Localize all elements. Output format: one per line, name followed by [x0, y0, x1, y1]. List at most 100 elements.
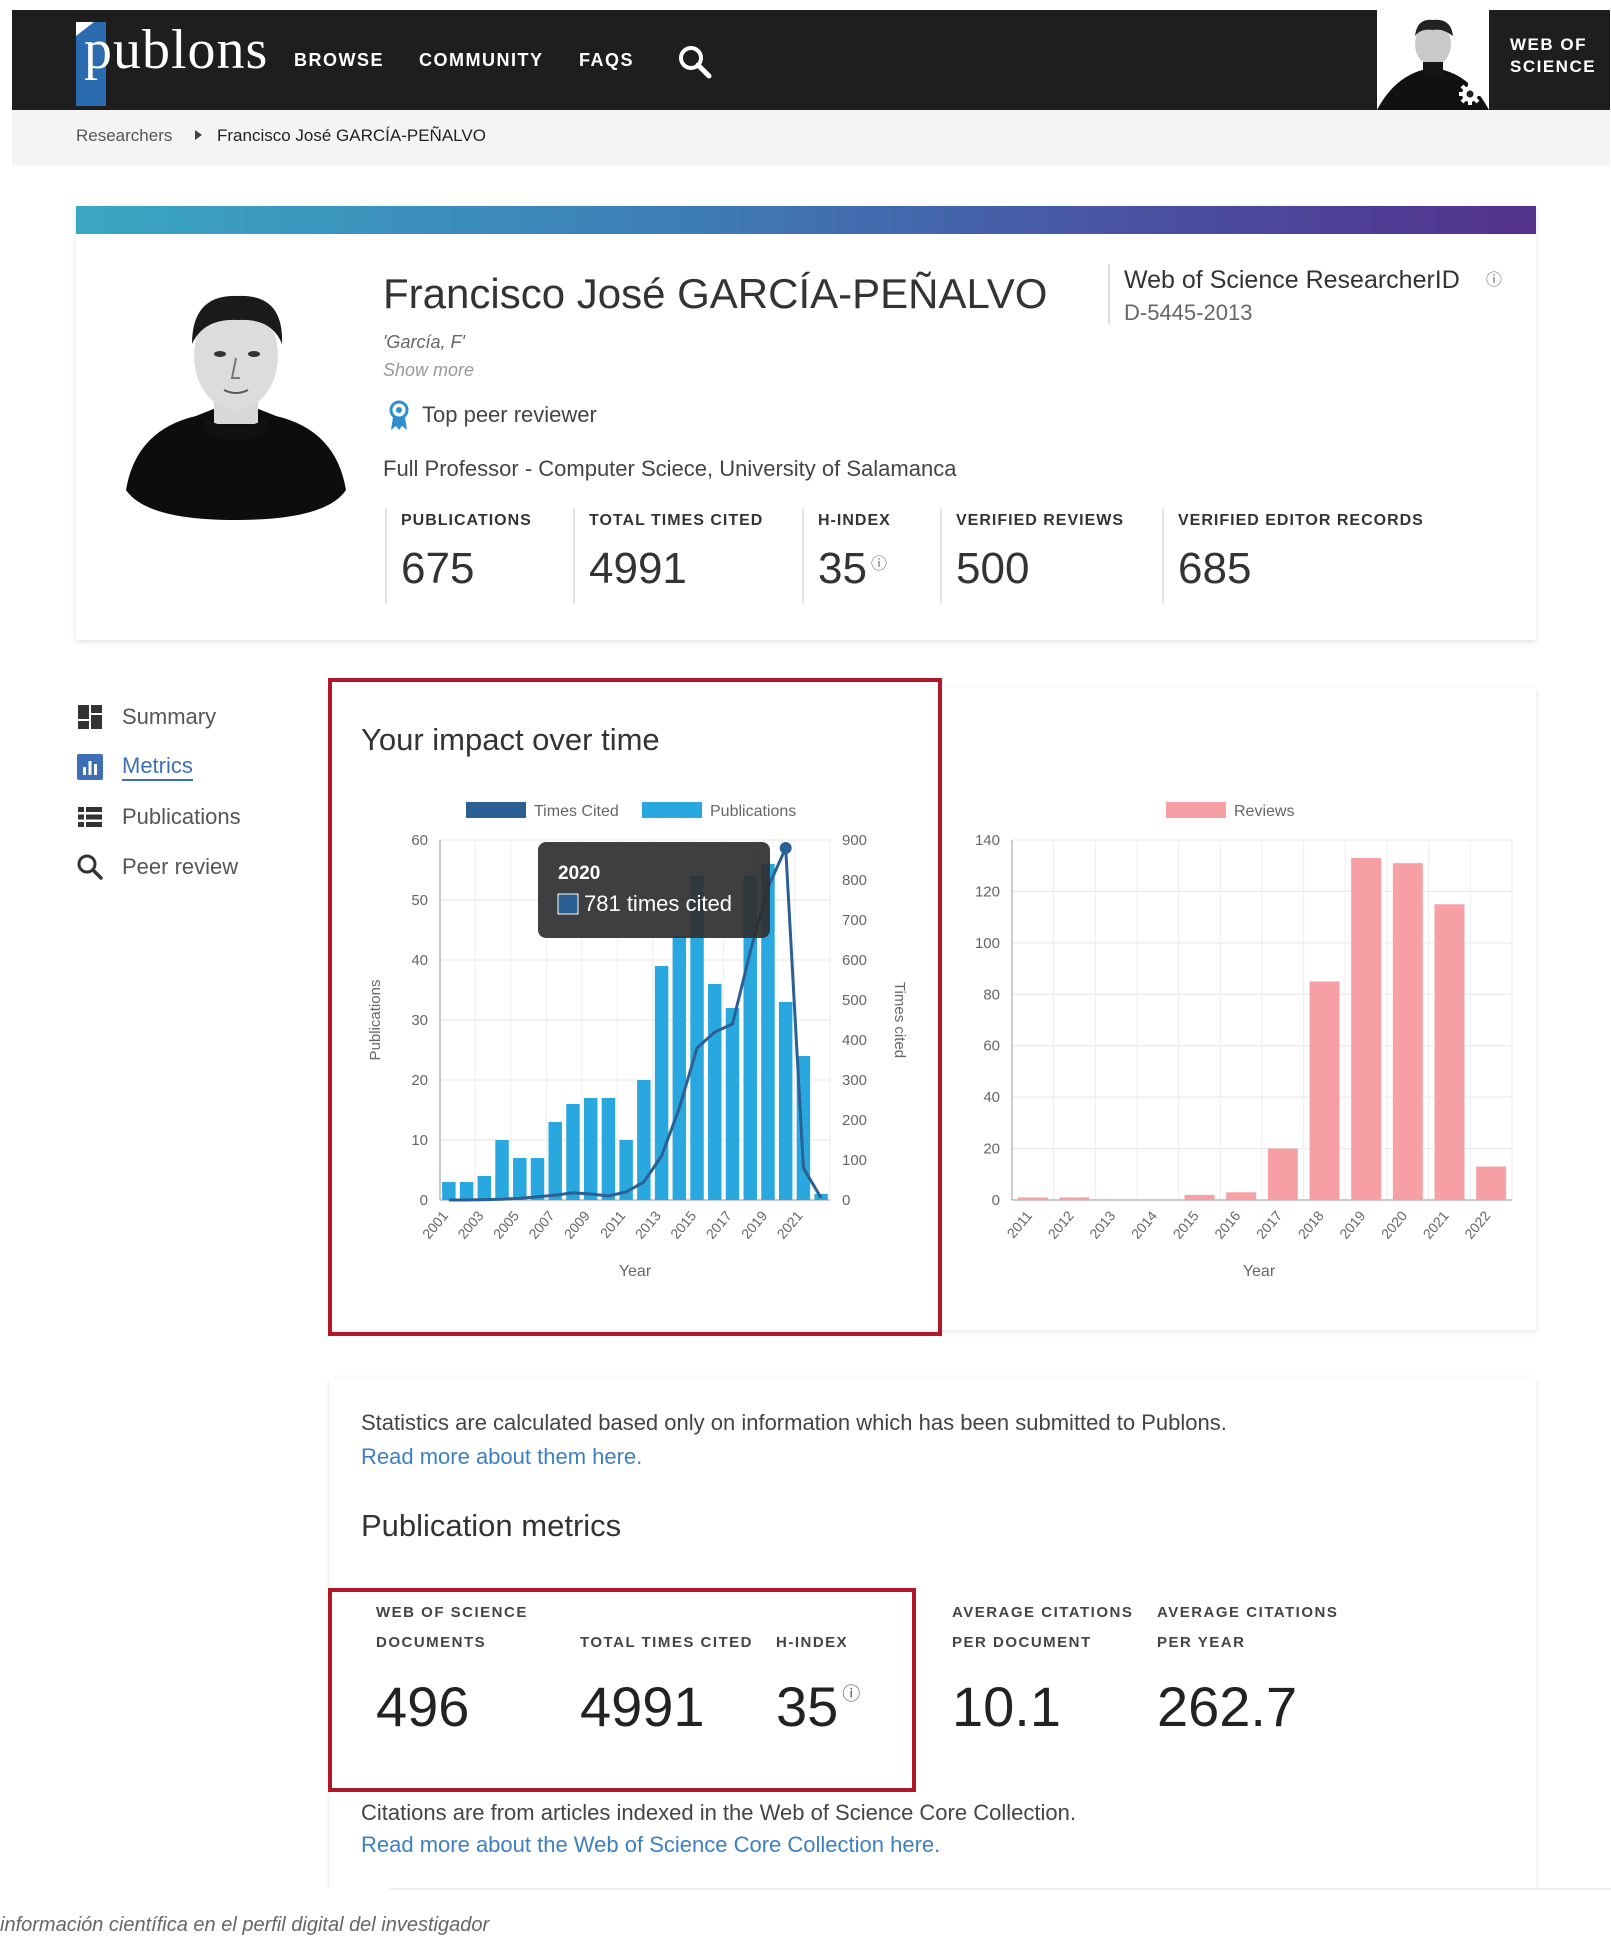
top-peer-reviewer-badge: Top peer reviewer	[422, 402, 597, 427]
bar-chart-icon	[77, 754, 103, 780]
wos-line-1: WEB OF	[1510, 35, 1587, 54]
search-icon	[77, 854, 103, 880]
researcher-id-label: Web of Science ResearcherID	[1124, 266, 1460, 294]
review-bar	[1434, 904, 1465, 1200]
metric-value: 10.1	[952, 1675, 1061, 1738]
profile-position: Full Professor - Computer Sciece, Univer…	[383, 456, 957, 481]
citations-note: Citations are from articles indexed in t…	[361, 1800, 1076, 1825]
show-more-link[interactable]: Show more	[383, 360, 474, 381]
stat-verified-reviews: VERIFIED REVIEWS 500	[940, 508, 1124, 604]
profile-header-bar	[76, 206, 1536, 234]
researcher-id-value: D-5445-2013	[1124, 300, 1253, 325]
review-bar	[1059, 1197, 1090, 1200]
wos-line-2: SCIENCE	[1510, 57, 1597, 76]
x-tick-label: 2021	[1420, 1207, 1452, 1241]
y-tick-label: 0	[992, 1192, 1000, 1209]
breadcrumb-current: Francisco José GARCÍA-PEÑALVO	[217, 126, 486, 145]
nav-browse[interactable]: BROWSE	[294, 50, 384, 71]
sidebar-item-label: Peer review	[122, 854, 239, 879]
metric-avg-citations-per-year: AVERAGE CITATIONS PER YEAR	[1157, 1598, 1338, 1658]
x-tick-label: 2017	[1253, 1207, 1285, 1241]
y-tick-label: 100	[975, 935, 1000, 952]
gear-icon[interactable]	[1458, 82, 1482, 106]
profile-name: Francisco José GARCÍA-PEÑALVO	[383, 270, 1048, 317]
y-tick-label: 120	[975, 883, 1000, 900]
review-bar	[1476, 1166, 1507, 1200]
sidebar-item-peer-review[interactable]: Peer review	[76, 852, 238, 882]
stat-label: VERIFIED REVIEWS	[956, 512, 1125, 529]
review-bar	[1309, 981, 1340, 1200]
list-icon	[78, 807, 102, 827]
metric-label: AVERAGE CITATIONS	[952, 1604, 1134, 1621]
y-tick-label: 60	[983, 1038, 1000, 1055]
x-tick-label: 2013	[1086, 1207, 1118, 1241]
sidebar-item-publications[interactable]: Publications	[76, 802, 241, 832]
stat-value: 675	[401, 544, 475, 593]
x-tick-label: 2012	[1045, 1207, 1077, 1241]
highlight-box-metrics	[328, 1588, 916, 1792]
statistics-note: Statistics are calculated based only on …	[361, 1410, 1227, 1435]
stat-label: TOTAL TIMES CITED	[589, 512, 764, 529]
x-tick-label: 2015	[1170, 1207, 1202, 1241]
x-tick-label: 2014	[1128, 1207, 1160, 1241]
metric-label: PER DOCUMENT	[952, 1634, 1092, 1651]
highlight-box-impact	[328, 678, 942, 1336]
caption-text: información científica en el perfil digi…	[0, 1914, 490, 1936]
metric-label: PER YEAR	[1157, 1634, 1246, 1651]
researcher-id-divider	[1108, 264, 1110, 324]
nav-faqs[interactable]: FAQS	[579, 50, 634, 71]
sidebar-item-label: Summary	[122, 704, 217, 729]
x-axis-title: Year	[1243, 1263, 1276, 1280]
x-tick-label: 2022	[1461, 1207, 1493, 1241]
review-bar	[1392, 863, 1423, 1200]
publication-metrics-title: Publication metrics	[361, 1508, 622, 1543]
help-icon[interactable]: ⓘ	[871, 556, 887, 573]
legend-swatch-reviews	[1166, 802, 1226, 818]
x-tick-label: 2011	[1004, 1207, 1036, 1241]
stat-value-wrap: 35 ⓘ	[818, 544, 891, 594]
nav-community[interactable]: COMMUNITY	[419, 50, 544, 71]
stat-publications: PUBLICATIONS 675	[385, 508, 532, 604]
stat-label: H-INDEX	[818, 512, 891, 529]
metric-value: 262.7	[1157, 1675, 1298, 1738]
stat-label: VERIFIED EDITOR RECORDS	[1178, 512, 1424, 529]
x-tick-label: 2018	[1295, 1207, 1327, 1241]
top-navigation-bar: publons BROWSE COMMUNITY FAQS WEB OF SCI…	[12, 10, 1610, 110]
review-bar	[1017, 1197, 1048, 1200]
stat-value: 35	[818, 544, 867, 593]
sidebar-item-summary[interactable]: Summary	[76, 702, 216, 732]
x-tick-label: 2016	[1211, 1207, 1243, 1241]
profile-alias: 'García, F'	[383, 332, 465, 352]
x-tick-label: 2020	[1378, 1207, 1410, 1241]
dashboard-icon	[78, 705, 102, 729]
review-bar	[1184, 1194, 1215, 1200]
stat-label: PUBLICATIONS	[401, 512, 532, 529]
publons-logo[interactable]: publons	[84, 18, 268, 82]
review-bar	[1226, 1192, 1257, 1200]
y-tick-label: 40	[983, 1089, 1000, 1106]
y-tick-label: 80	[983, 986, 1000, 1003]
search-icon[interactable]	[677, 44, 713, 80]
award-ribbon-icon	[389, 400, 409, 430]
stat-h-index: H-INDEX 35 ⓘ	[802, 508, 891, 604]
review-bar	[1351, 858, 1382, 1200]
review-bar	[1267, 1148, 1298, 1200]
metric-label: AVERAGE CITATIONS	[1157, 1604, 1339, 1621]
y-tick-label: 20	[983, 1141, 1000, 1158]
reviews-chart[interactable]: 0 20 40 60 80 100 120 140 2011 2012 2013 2014 2015 20…	[942, 790, 1542, 1310]
metric-avg-citations-per-document: AVERAGE CITATIONS PER DOCUMENT	[952, 1598, 1133, 1658]
stat-value: 685	[1178, 544, 1252, 593]
sidebar-item-metrics[interactable]: Metrics	[76, 752, 193, 782]
help-icon[interactable]: ⓘ	[1486, 266, 1502, 290]
stat-total-times-cited: TOTAL TIMES CITED 4991	[573, 508, 763, 604]
stat-verified-editor-records: VERIFIED EDITOR RECORDS 685	[1162, 508, 1424, 604]
breadcrumb-researchers[interactable]: Researchers	[76, 126, 172, 146]
stat-value: 500	[956, 544, 1030, 593]
y-tick-label: 140	[975, 832, 1000, 849]
read-more-core-collection-link[interactable]: Read more about the Web of Science Core …	[361, 1832, 940, 1858]
read-more-link[interactable]: Read more about them here.	[361, 1444, 642, 1470]
web-of-science-link[interactable]: WEB OF SCIENCE	[1494, 10, 1610, 110]
stat-value: 4991	[589, 544, 687, 593]
sidebar-item-label: Publications	[122, 804, 241, 829]
sidebar-item-label: Metrics	[122, 753, 193, 781]
